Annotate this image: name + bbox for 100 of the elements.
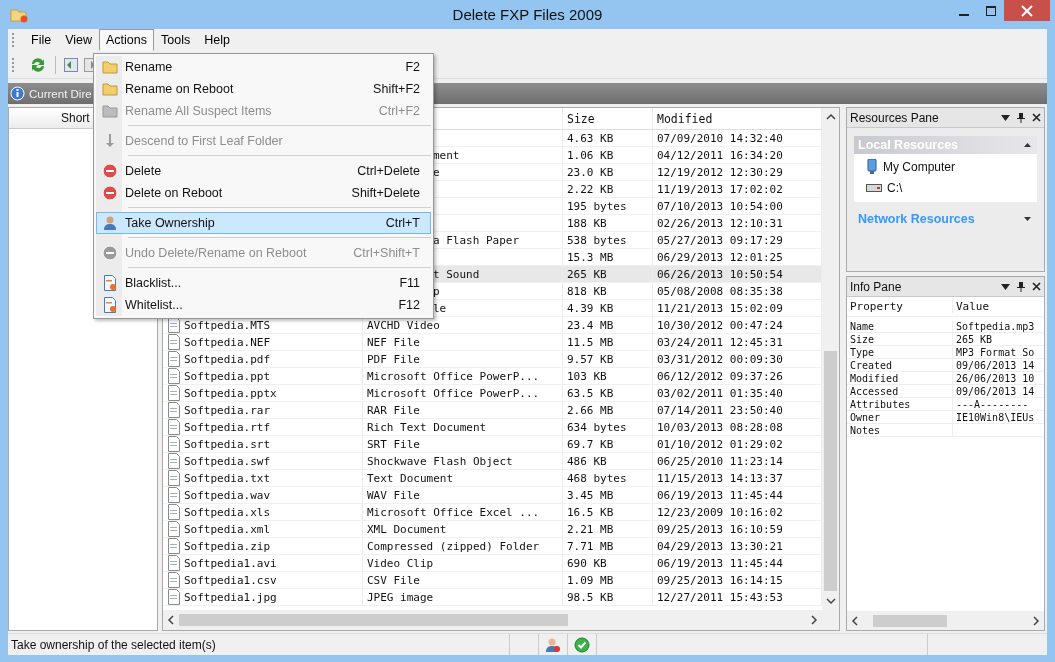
close-button[interactable] bbox=[1004, 0, 1050, 21]
back-button[interactable] bbox=[63, 56, 79, 73]
scroll-up-icon[interactable] bbox=[825, 112, 836, 120]
file-modified: 03/31/2012 00:09:30 bbox=[657, 352, 783, 366]
file-type: Video Clip bbox=[367, 556, 434, 570]
file-type: t Sound bbox=[433, 267, 480, 281]
file-icon bbox=[167, 572, 181, 588]
property-value: 09/06/2013 14 bbox=[956, 385, 1035, 397]
column-header[interactable]: Value bbox=[953, 300, 1044, 313]
menu-item[interactable]: Tools bbox=[154, 29, 198, 51]
file-row[interactable]: Softpedia.pdf PDF File 9.57 KB 03/31/2012 00:09:30 bbox=[163, 351, 822, 368]
close-icon[interactable] bbox=[1032, 113, 1041, 122]
file-modified: 06/19/2013 11:45:44 bbox=[657, 488, 783, 502]
person-icon bbox=[102, 215, 118, 231]
file-size: 4.39 KB bbox=[567, 301, 614, 315]
scroll-down-icon[interactable] bbox=[825, 598, 836, 606]
file-size: 634 bytes bbox=[567, 420, 627, 434]
column-header[interactable]: Size bbox=[563, 108, 653, 129]
file-row[interactable]: Softpedia.wav WAV File 3.45 MB 06/19/2013 11:45:44 bbox=[163, 487, 822, 504]
stop-icon bbox=[102, 185, 118, 201]
file-modified: 06/12/2012 09:37:26 bbox=[657, 369, 783, 383]
file-size: 1.06 KB bbox=[567, 148, 614, 162]
file-name: Softpedia.pptx bbox=[184, 386, 277, 400]
menu-item[interactable]: Help bbox=[197, 29, 237, 51]
resource-item[interactable]: C:\ bbox=[866, 177, 1037, 198]
file-row[interactable]: Softpedia.rtf Rich Text Document 634 bytes 10/03/2013 08:28:08 bbox=[163, 419, 822, 436]
file-type: Rich Text Document bbox=[367, 420, 487, 434]
window-title: Delete FXP Files 2009 bbox=[452, 6, 603, 23]
file-icon bbox=[167, 521, 181, 537]
file-name: Softpedia.srt bbox=[184, 437, 271, 451]
vertical-scrollbar[interactable] bbox=[822, 108, 839, 610]
file-type: a Flash Paper bbox=[433, 233, 520, 247]
file-row[interactable]: Softpedia.txt Text Document 468 bytes 11/15/2013 14:13:37 bbox=[163, 470, 822, 487]
scroll-right-icon[interactable] bbox=[810, 615, 818, 625]
info-icon bbox=[10, 86, 25, 101]
file-type: Shockwave Flash Object bbox=[367, 454, 513, 468]
menu-item[interactable]: Rename on Reboot Shift+F2 bbox=[96, 78, 431, 100]
file-icon bbox=[167, 589, 181, 605]
file-row[interactable]: Softpedia1.jpg JPEG image 98.5 KB 12/27/2011 15:43:53 bbox=[163, 589, 822, 606]
file-size: 2.66 MB bbox=[567, 403, 614, 417]
menu-item[interactable]: View bbox=[58, 29, 100, 51]
file-name: Softpedia.ppt bbox=[184, 369, 271, 383]
file-icon bbox=[167, 334, 181, 350]
file-row[interactable]: Softpedia.NEF NEF File 11.5 MB 03/24/2011 12:45:31 bbox=[163, 334, 822, 351]
file-row[interactable]: Softpedia.swf Shockwave Flash Object 486 KB 06/25/2010 11:23:14 bbox=[163, 453, 822, 470]
file-size: 538 bytes bbox=[567, 233, 627, 247]
file-name: Softpedia.zip bbox=[184, 539, 271, 553]
file-type: ment bbox=[433, 148, 460, 162]
file-row[interactable]: Softpedia1.csv CSV File 1.09 MB 09/25/2013 16:14:15 bbox=[163, 572, 822, 589]
file-modified: 03/24/2011 12:45:31 bbox=[657, 335, 783, 349]
file-icon bbox=[167, 419, 181, 435]
scroll-right-icon[interactable] bbox=[1032, 615, 1040, 626]
column-header[interactable]: Property bbox=[847, 300, 953, 313]
property-value: Softpedia.mp3 bbox=[956, 320, 1035, 332]
close-icon[interactable] bbox=[1032, 282, 1041, 291]
horizontal-scrollbar[interactable] bbox=[163, 610, 839, 630]
menu-item[interactable]: Rename F2 bbox=[96, 56, 431, 78]
file-modified: 04/29/2013 13:30:21 bbox=[657, 539, 783, 553]
file-modified: 12/27/2011 15:43:53 bbox=[657, 590, 783, 604]
file-name: Softpedia1.jpg bbox=[184, 590, 277, 604]
dropdown-icon[interactable] bbox=[1001, 114, 1010, 121]
menu-item[interactable]: Take Ownership Ctrl+T bbox=[96, 212, 431, 234]
file-row[interactable]: Softpedia1.avi Video Clip 690 KB 06/19/2013 11:45:44 bbox=[163, 555, 822, 572]
document-icon bbox=[103, 297, 117, 313]
property-name: Modified bbox=[850, 372, 899, 384]
file-modified: 06/26/2013 10:50:54 bbox=[657, 267, 783, 281]
file-name: Softpedia.wav bbox=[184, 488, 271, 502]
horizontal-scrollbar[interactable] bbox=[847, 611, 1044, 630]
stop-icon bbox=[102, 163, 118, 179]
dropdown-icon[interactable] bbox=[1001, 283, 1010, 290]
file-type: Microsoft Office PowerP... bbox=[367, 369, 540, 383]
scroll-left-icon[interactable] bbox=[851, 615, 859, 626]
file-row[interactable]: Softpedia.pptx Microsoft Office PowerP... 63.5 KB 03/02/2011 01:35:40 bbox=[163, 385, 822, 402]
file-size: 2.21 MB bbox=[567, 522, 614, 536]
file-modified: 10/03/2013 08:28:08 bbox=[657, 420, 783, 434]
file-row[interactable]: Softpedia.xml XML Document 2.21 MB 09/25/2013 16:10:59 bbox=[163, 521, 822, 538]
file-row[interactable]: Softpedia.srt SRT File 69.7 KB 01/10/2012 01:29:02 bbox=[163, 436, 822, 453]
file-row[interactable]: Softpedia.rar RAR File 2.66 MB 07/14/2011 23:50:40 bbox=[163, 402, 822, 419]
file-row[interactable]: Softpedia.xls Microsoft Office Excel ... 16.5 KB 12/23/2009 10:16:02 bbox=[163, 504, 822, 521]
file-modified: 06/29/2013 12:01:25 bbox=[657, 250, 783, 264]
resource-item[interactable]: My Computer bbox=[866, 156, 1037, 177]
file-modified: 10/30/2012 00:47:24 bbox=[657, 318, 783, 332]
menu-item[interactable]: Actions bbox=[99, 29, 155, 51]
property-name: Size bbox=[850, 333, 875, 345]
file-size: 690 KB bbox=[567, 556, 607, 570]
file-modified: 06/25/2010 11:23:14 bbox=[657, 454, 783, 468]
pin-icon[interactable] bbox=[1017, 281, 1025, 292]
menu-item[interactable]: File bbox=[24, 29, 59, 51]
property-name: Created bbox=[850, 359, 893, 371]
file-type: Compressed (zipped) Folder bbox=[367, 539, 540, 553]
file-row[interactable]: Softpedia.ppt Microsoft Office PowerP... 103 KB 06/12/2012 09:37:26 bbox=[163, 368, 822, 385]
file-row[interactable]: Softpedia.zip Compressed (zipped) Folder 7.71 MB 04/29/2013 13:30:21 bbox=[163, 538, 822, 555]
file-modified: 01/10/2012 01:29:02 bbox=[657, 437, 783, 451]
file-type: le bbox=[433, 301, 447, 315]
file-icon bbox=[167, 453, 181, 469]
pin-icon[interactable] bbox=[1017, 112, 1025, 123]
file-modified: 05/27/2013 09:17:29 bbox=[657, 233, 783, 247]
file-name: Softpedia.xml bbox=[184, 522, 271, 536]
file-name: Softpedia1.avi bbox=[184, 556, 277, 570]
scroll-left-icon[interactable] bbox=[167, 615, 175, 625]
